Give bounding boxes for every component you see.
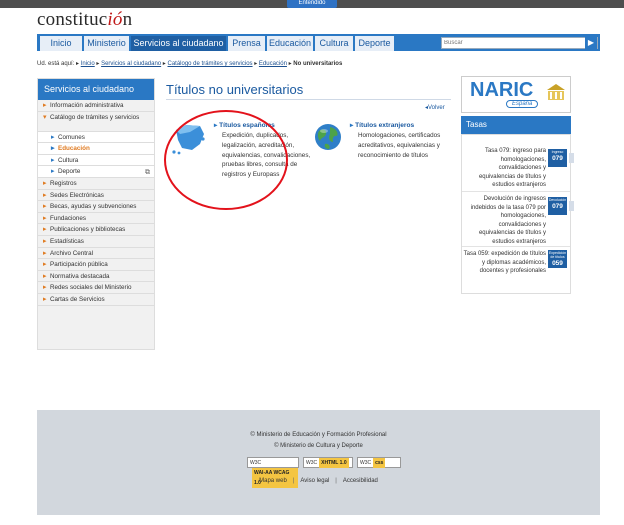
annotation-circle — [164, 110, 288, 210]
search-button[interactable]: ▶ — [585, 37, 597, 49]
nav-tab-educacion[interactable]: Educación — [267, 36, 314, 51]
building-icon — [547, 84, 565, 100]
card-titulos-extranjeros-description: Homologaciones, certificados acreditativ… — [358, 132, 441, 159]
badge-tag: XHTML 1.0 — [319, 458, 349, 468]
back-link[interactable]: ◂Volver — [425, 104, 445, 111]
chevron-right-icon — [569, 153, 574, 163]
nav-tab-deporte[interactable]: Deporte — [355, 36, 395, 51]
sidebar-item-publicaciones[interactable]: Publicaciones y bibliotecas — [38, 224, 154, 236]
nav-tab-cultura[interactable]: Cultura — [315, 36, 354, 51]
logo-text-part: constitu — [37, 9, 99, 30]
external-link-icon: ⧉ — [145, 169, 150, 177]
breadcrumb-link[interactable]: Inicio — [81, 61, 95, 67]
sidebar-item-becas[interactable]: Becas, ayudas y subvenciones — [38, 201, 154, 213]
sidebar-item-fundaciones[interactable]: Fundaciones — [38, 213, 154, 225]
nav-tab-inicio[interactable]: Inicio — [40, 36, 83, 51]
nav-tab-prensa[interactable]: Prensa — [228, 36, 266, 51]
sidebar-item-cartas[interactable]: Cartas de Servicios — [38, 294, 154, 306]
site-logo[interactable]: constitución — [37, 8, 132, 32]
search-box: ▶ — [441, 37, 598, 49]
badge-prefix: W3C — [250, 460, 262, 466]
tasa-text: Devolución de ingresos indebidos de la t… — [470, 196, 546, 245]
sidebar-item-informacion[interactable]: Información administrativa — [38, 100, 154, 112]
breadcrumb-current: No universitarios — [293, 61, 343, 67]
badge-label: Expedición de títulos — [548, 251, 567, 259]
badge-number: 079 — [552, 203, 563, 210]
logo-accent-letter: ó — [112, 9, 123, 30]
sidebar-item-sedes[interactable]: Sedes Electrónicas — [38, 190, 154, 202]
sidebar-item-participacion[interactable]: Participación pública — [38, 259, 154, 271]
title-divider — [166, 99, 451, 100]
divider — [462, 246, 570, 247]
back-link-label: Volver — [428, 105, 445, 111]
breadcrumb: Ud. está aquí: ▸ Inicio ▸ Servicios al c… — [37, 61, 343, 67]
sidebar-item-registros[interactable]: Registros — [38, 178, 154, 190]
sidebar-item-cultura[interactable]: Cultura — [38, 154, 154, 167]
tasa-devolucion-badge[interactable]: Devolución 079 — [548, 197, 567, 215]
sidebar-item-catalogo[interactable]: Catálogo de trámites y servicios — [38, 112, 154, 132]
chevron-right-icon — [569, 201, 574, 211]
badge-prefix: W3C — [360, 460, 372, 466]
separator: | — [335, 478, 337, 484]
badge-number: 059 — [552, 260, 563, 267]
entendido-button[interactable]: Entendido — [287, 0, 337, 8]
xhtml-badge[interactable]: W3C XHTML 1.0 — [303, 457, 353, 468]
sidebar: Servicios al ciudadano Información admin… — [37, 78, 155, 350]
site-footer: © Ministerio de Educación y Formación Pr… — [37, 410, 600, 515]
nav-tab-ministerio[interactable]: Ministerio — [84, 36, 130, 51]
badge-number: 079 — [552, 155, 563, 162]
badge-tag: css — [373, 458, 386, 468]
page-title: Títulos no universitarios — [166, 82, 304, 97]
tasa-079-badge[interactable]: Ingreso 079 — [548, 149, 567, 167]
sidebar-title: Servicios al ciudadano — [38, 79, 154, 100]
footer-copyright-educacion: © Ministerio de Educación y Formación Pr… — [250, 432, 387, 438]
nav-tab-servicios[interactable]: Servicios al ciudadano — [131, 36, 227, 51]
card-titulos-extranjeros-link[interactable]: Títulos extranjeros — [350, 121, 414, 129]
sidebar-item-educacion[interactable]: Educación — [38, 143, 154, 155]
sidebar-item-comunes[interactable]: Comunes — [38, 131, 154, 144]
accessibility-badges: W3CWAI-AA WCAG 1.0 W3C XHTML 1.0 W3C css — [247, 457, 417, 488]
tasas-header: Tasas — [461, 116, 571, 134]
sidebar-item-label: Deporte — [58, 168, 81, 176]
wai-aa-badge[interactable]: W3CWAI-AA WCAG 1.0 — [247, 457, 299, 488]
breadcrumb-prefix: Ud. está aquí: — [37, 61, 75, 67]
sidebar-item-redes[interactable]: Redes sociales del Ministerio — [38, 282, 154, 294]
sidebar-item-deporte[interactable]: Deporte ⧉ — [38, 166, 154, 178]
footer-links: Mapa web | Aviso legal | Accesibilidad — [37, 478, 600, 484]
logo-text-part: n — [122, 9, 133, 30]
tasas-panel: Tasa 079: ingreso para homologaciones, c… — [461, 134, 574, 294]
tasa-text: Tasa 079: ingreso para homologaciones, c… — [478, 148, 546, 189]
footer-link-accesibilidad[interactable]: Accesibilidad — [340, 478, 381, 484]
breadcrumb-link[interactable]: Catálogo de trámites y servicios — [168, 61, 253, 67]
footer-link-aviso-legal[interactable]: Aviso legal — [297, 478, 332, 484]
main-navigation: Inicio Ministerio Servicios al ciudadano… — [37, 34, 600, 51]
sidebar-item-estadisticas[interactable]: Estadísticas — [38, 236, 154, 248]
sidebar-item-archivo[interactable]: Archivo Central — [38, 248, 154, 260]
naric-logo-text: NARIC — [470, 79, 534, 101]
footer-link-mapa-web[interactable]: Mapa web — [256, 478, 290, 484]
badge-prefix: W3C — [306, 460, 318, 466]
breadcrumb-link[interactable]: Servicios al ciudadano — [101, 61, 161, 67]
naric-subtitle: España — [506, 100, 539, 108]
divider — [462, 191, 570, 192]
play-arrow-icon: ▶ — [587, 38, 595, 47]
sidebar-item-normativa[interactable]: Normativa destacada — [38, 271, 154, 283]
css-badge[interactable]: W3C css — [357, 457, 401, 468]
globe-icon[interactable] — [313, 122, 343, 152]
footer-copyright-cultura: © Ministerio de Cultura y Deporte — [274, 443, 363, 449]
search-input[interactable] — [442, 38, 582, 48]
naric-banner[interactable]: NARIC España — [461, 76, 571, 113]
tasa-059-badge[interactable]: Expedición de títulos 059 — [548, 250, 567, 268]
breadcrumb-link[interactable]: Educación — [259, 61, 287, 67]
tasa-text: Tasa 059: expedición de títulos y diplom… — [463, 251, 546, 275]
